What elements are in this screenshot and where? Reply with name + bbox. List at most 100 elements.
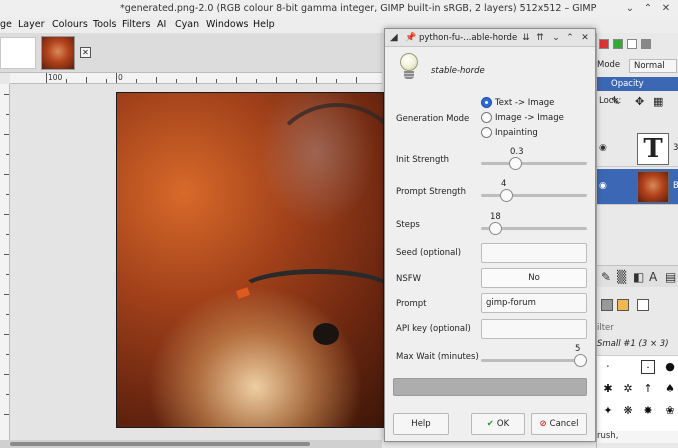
image-canvas[interactable] (116, 92, 384, 428)
brush-lock-icon[interactable]: ✎ (611, 95, 620, 108)
right-dock: Mode Normal Opacity Lock: ✎ ✥ ▦ ◉ T 3 ◉ … (596, 33, 678, 448)
dialog-title: python-fu-...able-horde (419, 33, 518, 43)
brush-name: Small #1 (3 × 3) (597, 339, 669, 349)
window-title: *generated.png-2.0 (RGB colour 8-bit gam… (120, 3, 597, 14)
radio-dot[interactable] (481, 97, 492, 108)
lightbulb-base (404, 71, 414, 79)
mode-select[interactable]: Normal (629, 59, 677, 73)
nsfw-toggle[interactable]: No (481, 268, 587, 288)
radio-text-to-image[interactable]: Text -> Image (481, 96, 581, 110)
brush-filter[interactable]: ilter (597, 323, 678, 337)
menu-filters[interactable]: Filters (122, 17, 150, 33)
stable-horde-dialog: ◢ 📌 python-fu-...able-horde ⇊ ⇈ ⌄ ⌃ ✕ st… (384, 28, 596, 442)
horizontal-scrollbar[interactable] (0, 440, 382, 448)
menu-help[interactable]: Help (253, 17, 275, 33)
brush-options-row (597, 295, 678, 317)
check-icon: ✔ (486, 419, 494, 429)
maximize-icon[interactable]: ⌃ (563, 29, 577, 47)
color-swatch-icon[interactable] (617, 299, 629, 311)
slider-knob[interactable] (509, 157, 522, 170)
prompt-strength-label: Prompt Strength (396, 187, 466, 197)
plugin-header: stable-horde (385, 49, 595, 91)
document-icon[interactable]: ▤ (665, 270, 676, 284)
cancel-button[interactable]: ⊘ Cancel (531, 413, 587, 435)
menu-cyan[interactable]: Cyan (175, 17, 199, 33)
max-wait-label: Max Wait (minutes) (396, 352, 479, 362)
gradient-icon[interactable]: ◧ (633, 270, 644, 284)
image-tab-blank[interactable] (0, 37, 36, 69)
slider-knob[interactable] (489, 222, 502, 235)
blank-swatch-icon[interactable] (637, 299, 649, 311)
alpha-lock-icon[interactable]: ▦ (653, 95, 663, 108)
menu-colours[interactable]: Colours (52, 17, 88, 33)
image-tab-generated[interactable] (41, 36, 75, 70)
slider-value: 18 (490, 212, 501, 222)
seed-input[interactable] (481, 243, 587, 263)
menu-windows[interactable]: Windows (206, 17, 248, 33)
progress-bar (393, 378, 587, 396)
visibility-eye-icon[interactable]: ◉ (599, 181, 607, 191)
slider-knob[interactable] (574, 354, 587, 367)
palette-icon[interactable] (599, 39, 609, 49)
radio-dot[interactable] (481, 112, 492, 123)
layer-mode-row: Mode Normal (597, 57, 678, 73)
prompt-strength-slider[interactable]: 4 (481, 179, 587, 205)
close-icon[interactable]: ✕ (658, 0, 674, 16)
brush-grid[interactable]: ⋅ · ● ✱ ✲ ↑ ♠ ✦ ❋ ✸ ❀ (597, 355, 678, 435)
close-icon[interactable]: ✕ (578, 29, 592, 47)
init-strength-label: Init Strength (396, 155, 450, 165)
horizontal-ruler: 100 0 (10, 73, 382, 84)
cancel-icon: ⊘ (539, 419, 547, 429)
pin-icon[interactable]: 📌 (405, 29, 416, 47)
steps-label: Steps (396, 220, 420, 230)
vertical-ruler (0, 84, 10, 444)
opacity-slider[interactable]: Opacity (597, 77, 678, 91)
history-icon[interactable] (641, 39, 651, 49)
lightbulb-icon (400, 53, 418, 71)
font-icon[interactable]: A (649, 270, 657, 284)
radio-image-to-image[interactable]: Image -> Image (481, 111, 581, 125)
maximize-icon[interactable]: ⌃ (640, 0, 656, 16)
prompt-label: Prompt (396, 299, 427, 309)
layer-row[interactable]: ◉ T 3 (597, 131, 678, 167)
paths-icon[interactable] (627, 39, 637, 49)
move-lock-icon[interactable]: ✥ (635, 95, 644, 108)
prompt-input[interactable]: gimp-forum (481, 293, 587, 313)
ok-button[interactable]: ✔ OK (471, 413, 525, 435)
brush-icon[interactable]: ✎ (601, 270, 611, 284)
steps-slider[interactable]: 18 (481, 212, 587, 238)
help-button[interactable]: Help (393, 413, 449, 435)
generation-mode-label: Generation Mode (396, 114, 470, 124)
grid-icon[interactable] (601, 299, 613, 311)
menu-layer[interactable]: Layer (18, 17, 45, 33)
shade-icon[interactable]: ⇊ (519, 29, 533, 47)
slider-knob[interactable] (500, 189, 513, 202)
max-wait-slider[interactable]: 5 (481, 344, 587, 370)
dialog-titlebar: ◢ 📌 python-fu-...able-horde ⇊ ⇈ ⌄ ⌃ ✕ (385, 29, 595, 47)
keep-above-icon[interactable]: ⇈ (533, 29, 547, 47)
pattern-icon[interactable]: ▒ (617, 270, 626, 284)
radio-dot[interactable] (481, 127, 492, 138)
init-strength-slider[interactable]: 0.3 (481, 147, 587, 173)
minimize-icon[interactable]: ⌄ (622, 0, 638, 16)
menu-image[interactable]: ge (0, 17, 12, 33)
layer-thumbnail (637, 171, 669, 203)
menu-tools[interactable]: Tools (93, 17, 116, 33)
dock-tab-icons (597, 35, 678, 53)
tab-close-icon[interactable]: ✕ (80, 47, 91, 58)
layer-name: 3 (673, 143, 678, 153)
channels-icon[interactable] (613, 39, 623, 49)
radio-inpainting[interactable]: Inpainting (481, 126, 581, 140)
menu-ai[interactable]: AI (157, 17, 166, 33)
nsfw-label: NSFW (396, 274, 422, 284)
layer-name: B (673, 181, 678, 191)
minimize-icon[interactable]: ⌄ (549, 29, 563, 47)
seed-label: Seed (optional) (396, 248, 462, 258)
slider-value: 5 (575, 344, 581, 354)
visibility-eye-icon[interactable]: ◉ (599, 143, 607, 153)
image-tabs: ✕ (0, 33, 382, 73)
layer-row-selected[interactable]: ◉ B (597, 169, 678, 205)
lock-row: Lock: ✎ ✥ ▦ (597, 93, 678, 111)
api-key-input[interactable] (481, 319, 587, 339)
mode-label: Mode (597, 60, 621, 70)
